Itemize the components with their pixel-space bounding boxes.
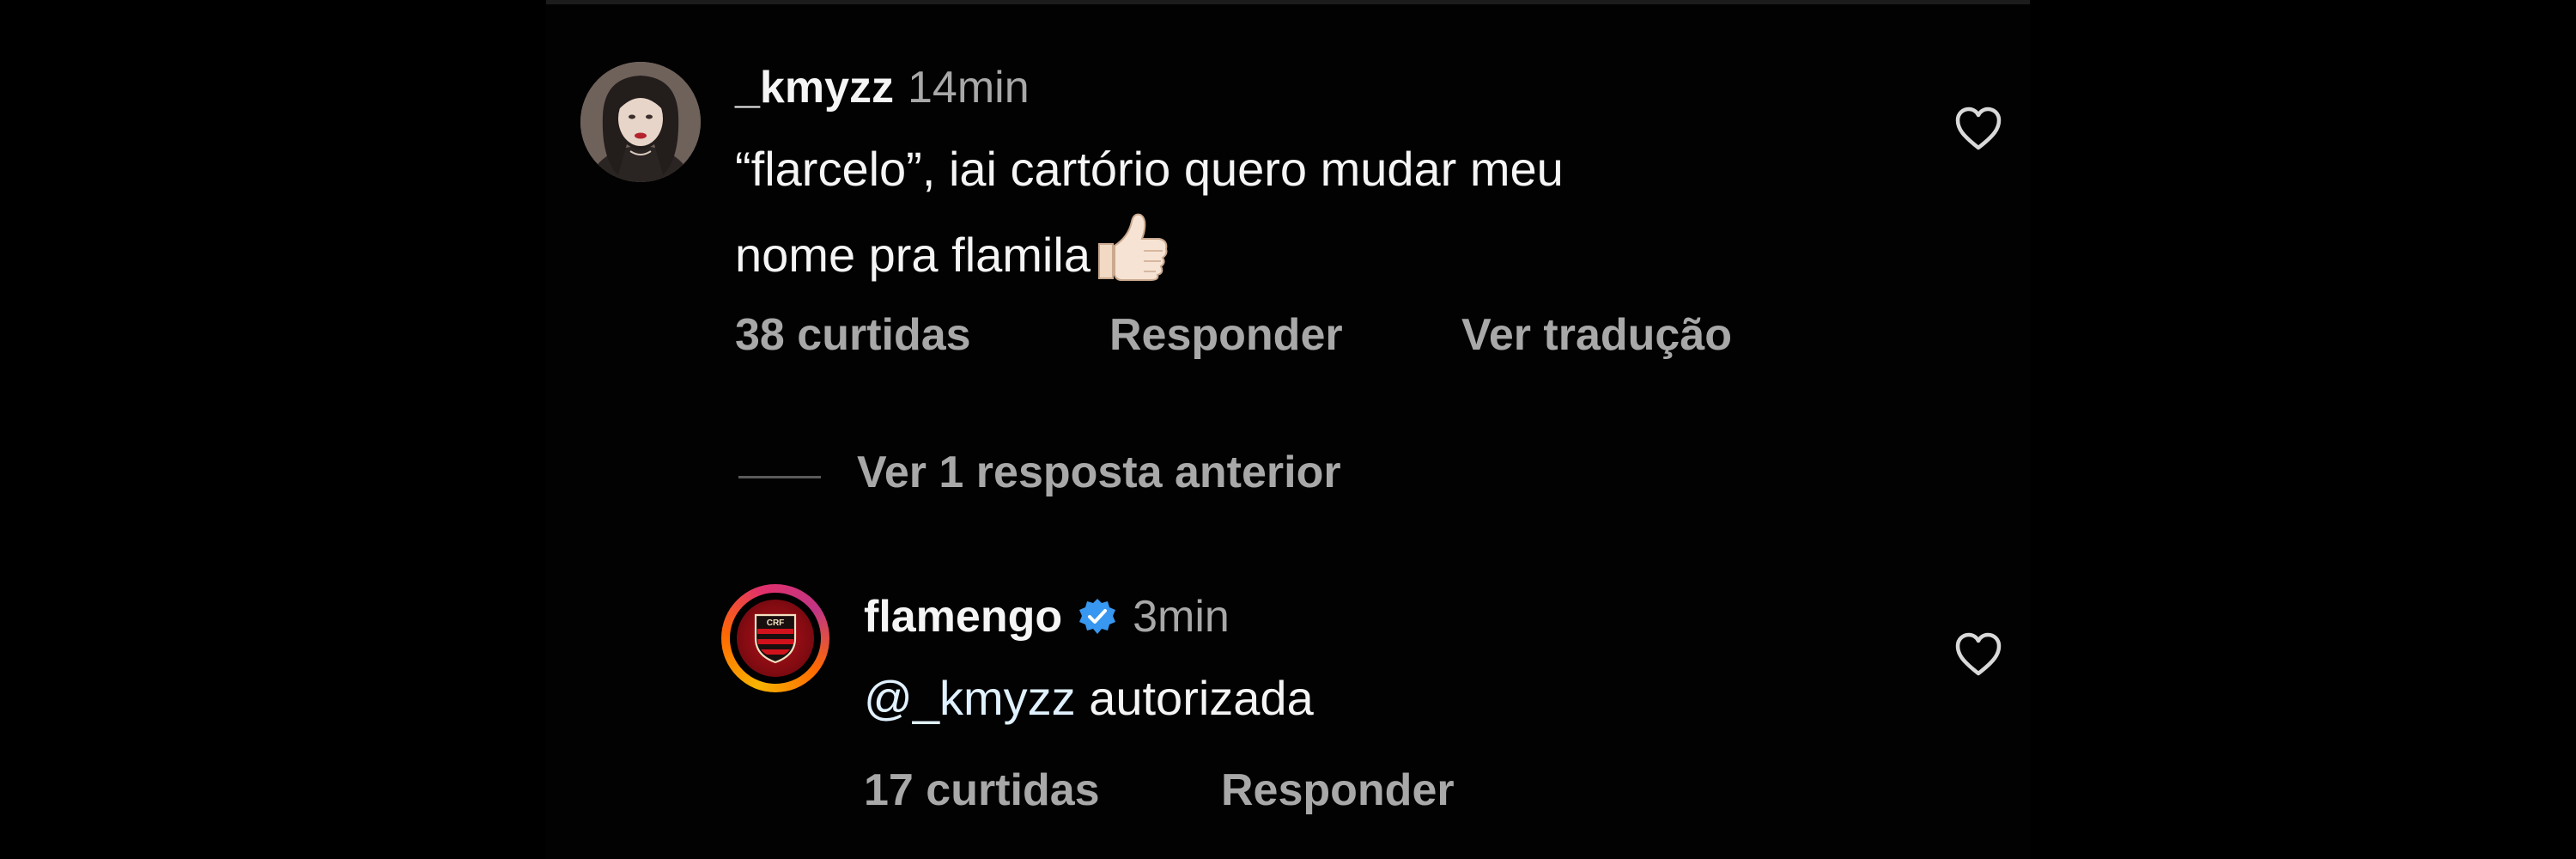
- svg-text:CRF: CRF: [767, 618, 785, 628]
- flamengo-crest-icon: CRF: [754, 613, 797, 664]
- comment-username[interactable]: _kmyzz 14min: [735, 62, 1030, 113]
- comment-time: 14min: [908, 63, 1030, 113]
- reply-username[interactable]: flamengo 3min: [864, 591, 1230, 643]
- user-photo-icon: [580, 62, 701, 182]
- username-text[interactable]: _kmyzz: [735, 63, 894, 113]
- view-replies-label[interactable]: Ver 1 resposta anterior: [857, 447, 1341, 498]
- reply-body: @_kmyzz autorizada: [864, 658, 1314, 739]
- avatar-kmyzz[interactable]: [580, 62, 701, 182]
- comment-line-2: nome pra flamila: [735, 210, 1564, 295]
- reply-text: autorizada: [1075, 671, 1314, 725]
- reply-reply-button[interactable]: Responder: [1221, 765, 1455, 816]
- avatar-flamengo[interactable]: CRF: [730, 593, 821, 684]
- thumbs-up-emoji-icon: [1091, 210, 1170, 282]
- comment-body: “flarcelo”, iai cartório quero mudar meu…: [735, 129, 1564, 295]
- reply-time: 3min: [1133, 592, 1230, 642]
- heart-outline-icon[interactable]: [1954, 107, 2002, 151]
- reply-button[interactable]: Responder: [1109, 309, 1343, 361]
- see-translation-button[interactable]: Ver tradução: [1461, 309, 1732, 361]
- replies-divider-line: [738, 476, 821, 478]
- comment-line-1: “flarcelo”, iai cartório quero mudar meu: [735, 142, 1564, 196]
- mention-link[interactable]: @_kmyzz: [864, 671, 1076, 725]
- likes-count[interactable]: 38 curtidas: [735, 309, 971, 361]
- reply-likes-count[interactable]: 17 curtidas: [864, 765, 1100, 816]
- reply-username-text[interactable]: flamengo: [864, 591, 1062, 643]
- verified-badge-icon: [1078, 597, 1117, 637]
- comment-line-2-text: nome pra flamila: [735, 228, 1091, 282]
- top-divider: [546, 0, 2030, 4]
- heart-outline-icon[interactable]: [1954, 632, 2002, 677]
